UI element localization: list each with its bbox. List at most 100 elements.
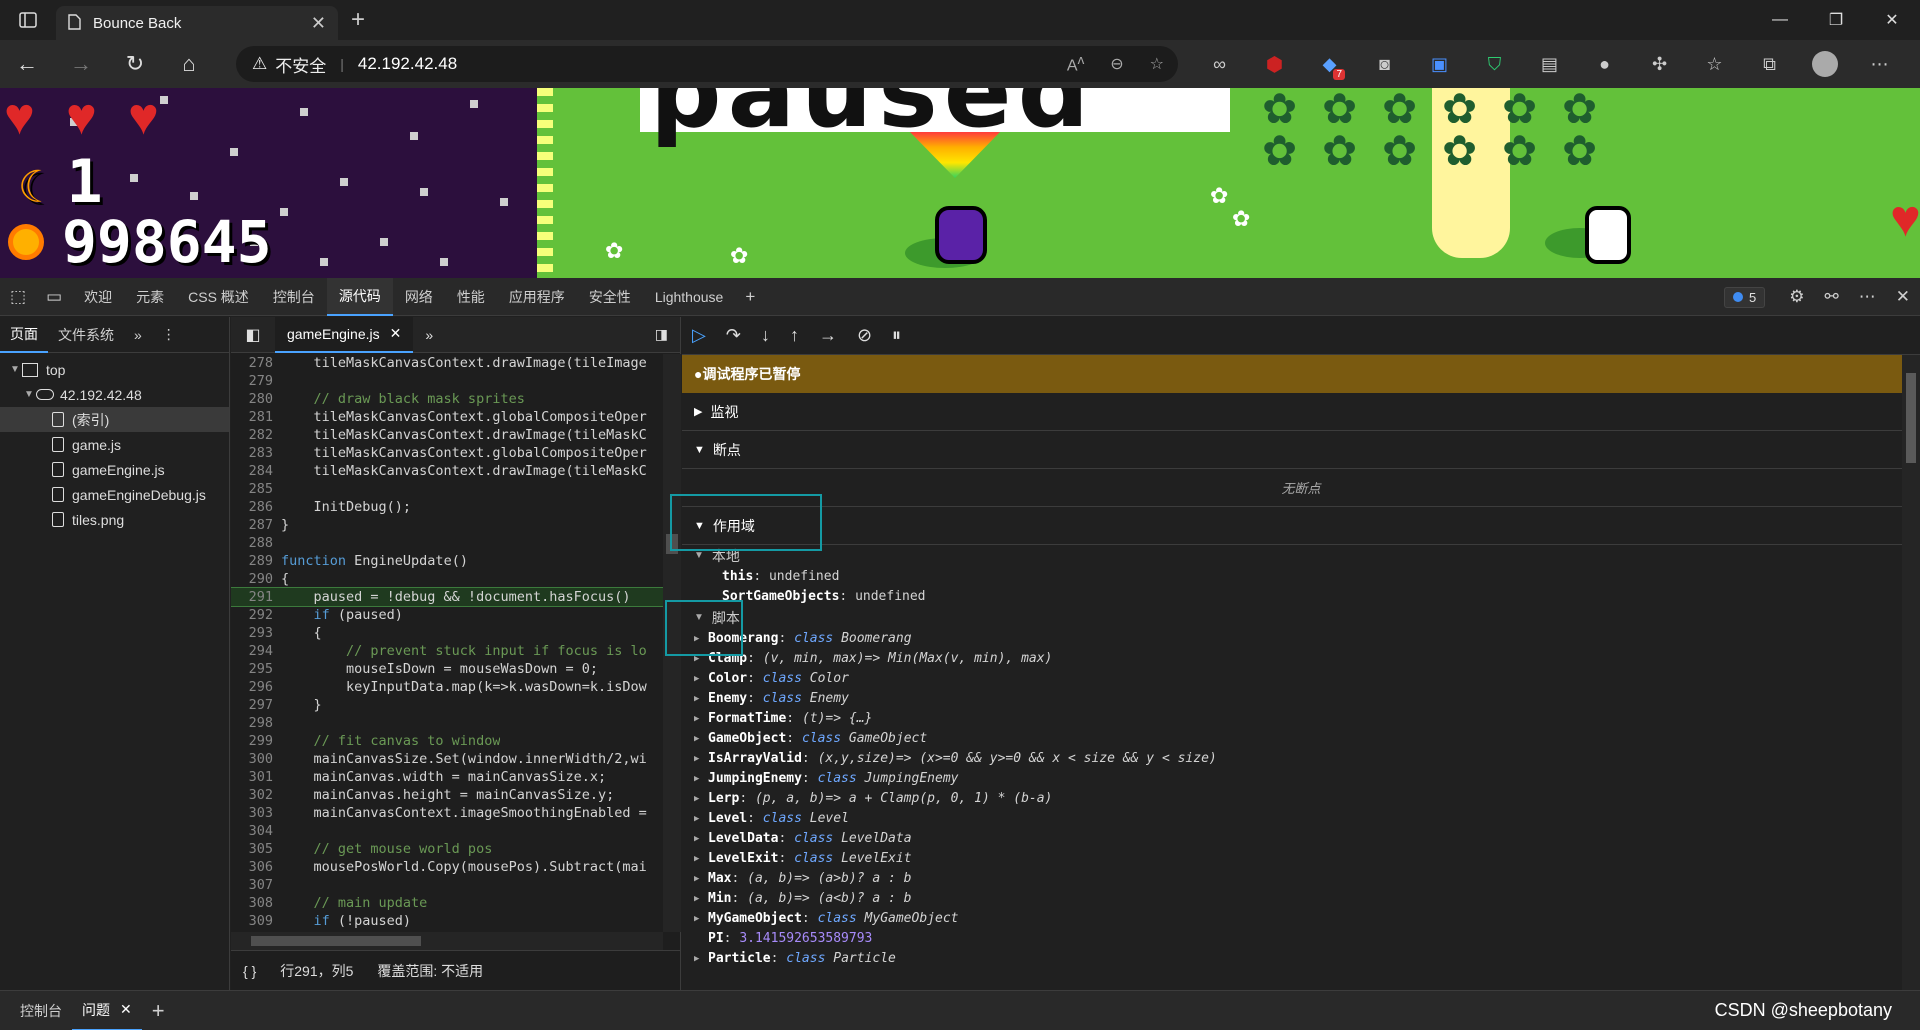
line-number[interactable]: 305 — [231, 840, 281, 858]
deactivate-breakpoints-icon[interactable]: ⊘ — [857, 325, 872, 346]
code-line[interactable]: 299 // fit canvas to window — [231, 732, 663, 750]
tab-css-overview[interactable]: CSS 概述 — [176, 278, 261, 316]
scope-property[interactable]: ▶ Boomerang: class Boomerang — [682, 629, 1920, 649]
tab-actions-icon[interactable] — [0, 0, 56, 40]
editor-tab[interactable]: gameEngine.js ✕ — [275, 316, 414, 353]
collapsed-arrow-icon[interactable]: ▶ — [694, 869, 708, 889]
code-line[interactable]: 295 mouseIsDown = mouseWasDown = 0; — [231, 660, 663, 678]
tab-welcome[interactable]: 欢迎 — [72, 278, 124, 316]
tree-file[interactable]: game.js — [0, 432, 229, 457]
line-number[interactable]: 279 — [231, 372, 281, 390]
read-aloud-icon[interactable]: Aʌ — [1067, 52, 1084, 75]
more-editor-tabs-icon[interactable]: » — [413, 327, 445, 343]
scope-property[interactable]: ▶ Clamp: (v, min, max)=> Min(Max(v, min),… — [682, 649, 1920, 669]
collapsed-arrow-icon[interactable]: ▶ — [694, 789, 708, 809]
customize-menu-icon[interactable]: ⋯ — [1849, 278, 1886, 316]
shield-extension-icon[interactable]: ⛉ — [1467, 40, 1522, 88]
favorites-icon[interactable]: ☆ — [1687, 40, 1742, 88]
line-number[interactable]: 303 — [231, 804, 281, 822]
line-number[interactable]: 301 — [231, 768, 281, 786]
zoom-out-icon[interactable]: ⊖ — [1110, 54, 1123, 74]
tab-security[interactable]: 安全性 — [577, 278, 643, 316]
collapsed-arrow-icon[interactable]: ▶ — [694, 909, 708, 929]
line-number[interactable]: 290 — [231, 570, 281, 588]
tab-filesystem[interactable]: 文件系统 — [48, 317, 124, 353]
translate-extension-icon[interactable]: ▣ — [1412, 40, 1467, 88]
scope-section[interactable]: ▼ 作用域 — [682, 507, 1920, 545]
code-line[interactable]: 283 tileMaskCanvasContext.globalComposit… — [231, 444, 663, 462]
code-line[interactable]: 300 mainCanvasSize.Set(window.innerWidth… — [231, 750, 663, 768]
scope-property[interactable]: ▶ LevelExit: class LevelExit — [682, 849, 1920, 869]
code-line[interactable]: 297 } — [231, 696, 663, 714]
collapsed-arrow-icon[interactable]: ▶ — [694, 949, 708, 969]
scope-property[interactable]: ▶ Level: class Level — [682, 809, 1920, 829]
step-over-icon[interactable]: ↷ — [726, 325, 741, 346]
reader-extension-icon[interactable]: ▤ — [1522, 40, 1577, 88]
line-number[interactable]: 291 — [231, 588, 281, 606]
more-menu-icon[interactable]: ⋯ — [1852, 40, 1907, 88]
line-number[interactable]: 307 — [231, 876, 281, 894]
code-line[interactable]: 292 if (paused) — [231, 606, 663, 624]
restore-button[interactable]: ❐ — [1808, 0, 1864, 40]
warning-icon[interactable]: ⚠ — [252, 54, 267, 74]
collapsed-arrow-icon[interactable]: ▶ — [694, 809, 708, 829]
more-tabs-icon[interactable]: » — [124, 317, 152, 353]
line-number[interactable]: 308 — [231, 894, 281, 912]
scope-property[interactable]: ▶ Lerp: (p, a, b)=> a + Clamp(p, 0, 1) * … — [682, 789, 1920, 809]
collapsed-arrow-icon[interactable]: ▶ — [694, 669, 708, 689]
close-drawer-tab-icon[interactable]: ✕ — [120, 1001, 132, 1018]
scope-property[interactable]: ▶ FormatTime: (t)=> {…} — [682, 709, 1920, 729]
resume-icon[interactable]: ▷ — [692, 325, 706, 346]
drawer-tab-console[interactable]: 控制台 — [10, 991, 72, 1030]
inspect-element-icon[interactable]: ⬚ — [0, 278, 36, 316]
ublock-extension-icon[interactable]: ⬢ — [1247, 40, 1302, 88]
tree-file[interactable]: tiles.png — [0, 507, 229, 532]
code-line[interactable]: 280 // draw black mask sprites — [231, 390, 663, 408]
code-line[interactable]: 306 mousePosWorld.Copy(mousePos).Subtrac… — [231, 858, 663, 876]
navigator-menu-icon[interactable]: ⋮ — [152, 317, 186, 353]
code-line[interactable]: 304 — [231, 822, 663, 840]
line-number[interactable]: 283 — [231, 444, 281, 462]
circle-extension-icon[interactable]: ● — [1577, 40, 1632, 88]
add-drawer-tab-icon[interactable]: + — [142, 991, 175, 1030]
code-line[interactable]: 301 mainCanvas.width = mainCanvasSize.x; — [231, 768, 663, 786]
step-out-icon[interactable]: ↑ — [790, 325, 799, 346]
line-number[interactable]: 287 — [231, 516, 281, 534]
collapsed-arrow-icon[interactable]: ▶ — [694, 769, 708, 789]
extensions-icon[interactable]: ✣ — [1632, 40, 1687, 88]
scope-property[interactable]: ▶ IsArrayValid: (x,y,size)=> (x>=0 && y>=… — [682, 749, 1920, 769]
line-number[interactable]: 292 — [231, 606, 281, 624]
device-emulation-icon[interactable]: ▭ — [36, 278, 72, 316]
line-number[interactable]: 304 — [231, 822, 281, 840]
scope-group-local[interactable]: ▼ 本地 — [682, 545, 1920, 567]
tab-console[interactable]: 控制台 — [261, 278, 327, 316]
line-number[interactable]: 298 — [231, 714, 281, 732]
close-tab-icon[interactable]: ✕ — [311, 13, 326, 34]
tree-file[interactable]: gameEngine.js — [0, 457, 229, 482]
code-line[interactable]: 285 — [231, 480, 663, 498]
debugger-scrollbar[interactable] — [1902, 355, 1920, 990]
collapsed-arrow-icon[interactable]: ▶ — [694, 889, 708, 909]
scope-property[interactable]: ▶ Min: (a, b)=> (a<b)? a : b — [682, 889, 1920, 909]
code-line[interactable]: 298 — [231, 714, 663, 732]
editor-horizontal-scrollbar[interactable] — [231, 932, 663, 950]
line-number[interactable]: 280 — [231, 390, 281, 408]
collapsed-arrow-icon[interactable]: ▶ — [694, 829, 708, 849]
tree-node-host[interactable]: ▼ 42.192.42.48 — [0, 382, 229, 407]
tab-lighthouse[interactable]: Lighthouse — [643, 278, 736, 316]
code-line[interactable]: 307 — [231, 876, 663, 894]
line-number[interactable]: 306 — [231, 858, 281, 876]
line-number[interactable]: 309 — [231, 912, 281, 930]
line-number[interactable]: 289 — [231, 552, 281, 570]
collapsed-arrow-icon[interactable]: ▶ — [694, 749, 708, 769]
step-icon[interactable]: → — [819, 325, 837, 346]
line-number[interactable]: 288 — [231, 534, 281, 552]
connect-icon[interactable]: ⚯ — [1815, 278, 1849, 316]
line-number[interactable]: 296 — [231, 678, 281, 696]
add-favorite-icon[interactable]: ☆ — [1150, 54, 1164, 74]
code-line[interactable]: 286 InitDebug(); — [231, 498, 663, 516]
scope-group-script[interactable]: ▼ 脚本 — [682, 607, 1920, 629]
code-line[interactable]: 309 if (!paused) — [231, 912, 663, 930]
home-button[interactable]: ⌂ — [162, 40, 216, 88]
code-view[interactable]: 278 tileMaskCanvasContext.drawImage(tile… — [231, 354, 663, 932]
